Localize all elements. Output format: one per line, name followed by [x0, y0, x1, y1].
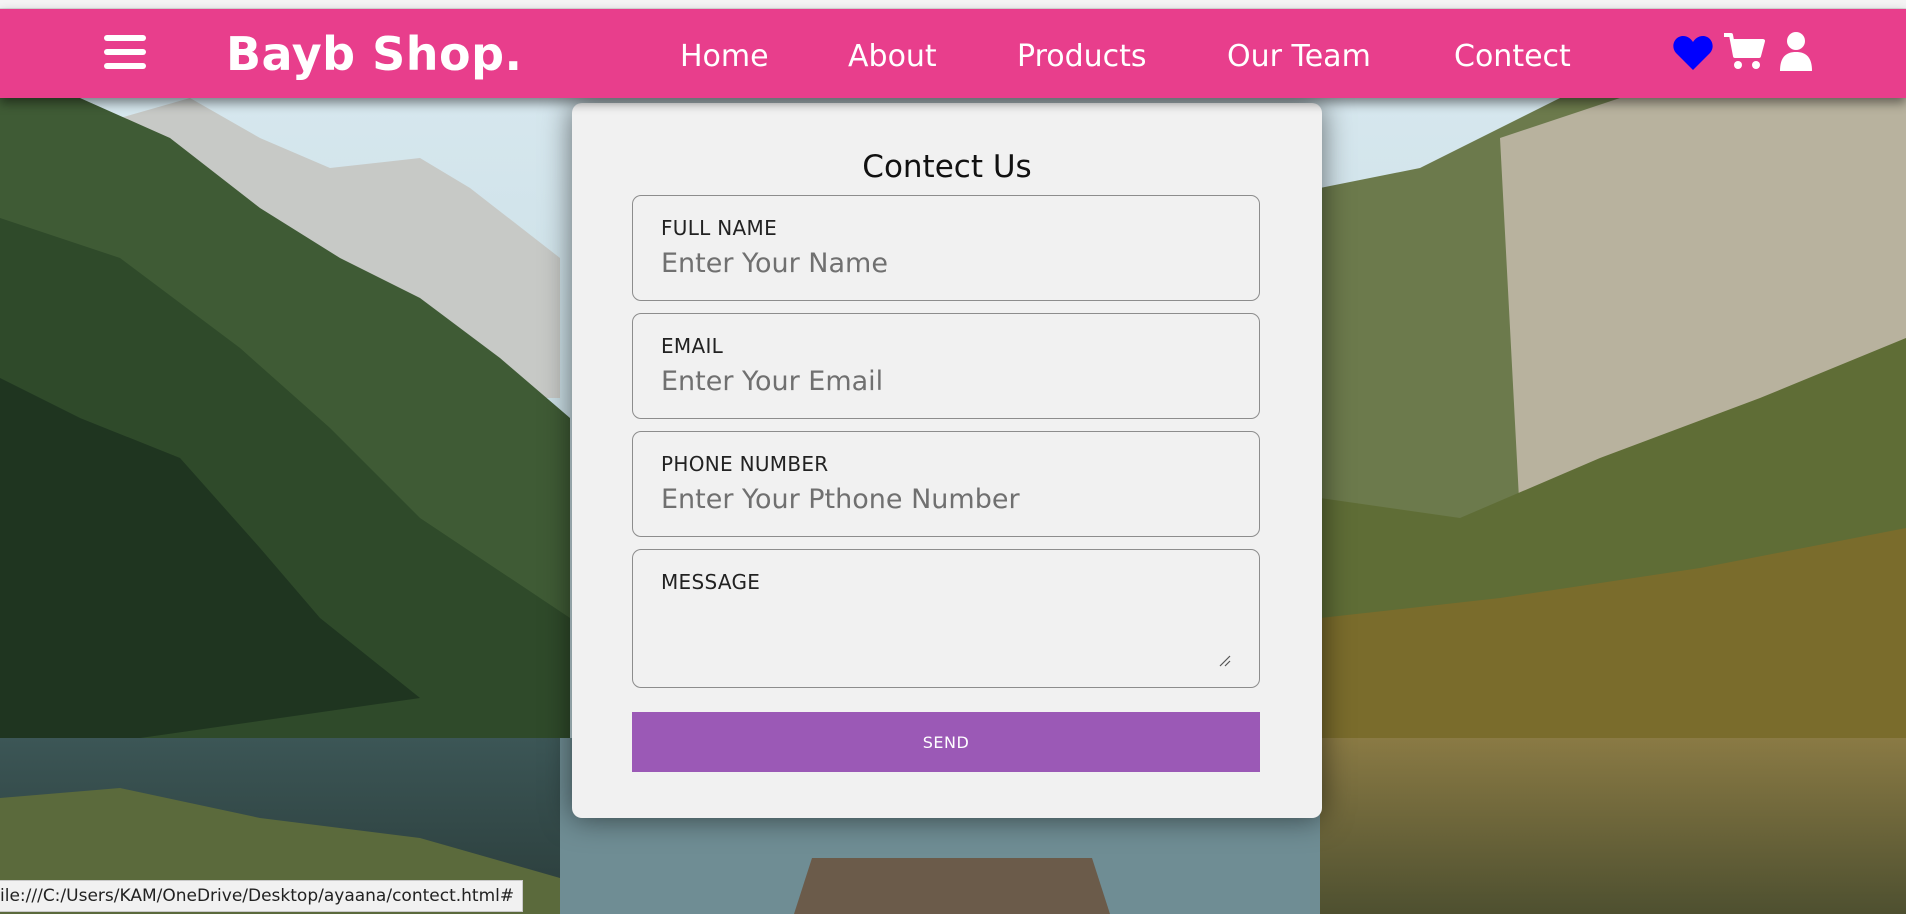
email-field: EMAIL [632, 313, 1260, 419]
resize-grip-icon[interactable] [1219, 655, 1231, 667]
browser-top-edge [0, 0, 1906, 9]
phone-number-input[interactable] [661, 484, 1231, 515]
email-label: EMAIL [661, 334, 724, 358]
cart-icon[interactable] [1722, 32, 1766, 76]
nav-link-about[interactable]: About [848, 39, 937, 74]
nav-link-contect[interactable]: Contect [1454, 39, 1571, 74]
message-field: MESSAGE [632, 549, 1260, 688]
menu-icon[interactable] [104, 35, 146, 73]
send-button[interactable]: SEND [632, 712, 1260, 772]
message-label: MESSAGE [661, 570, 761, 594]
message-textarea[interactable] [661, 604, 1233, 666]
status-bar-url: ile:///C:/Users/KAM/OneDrive/Desktop/aya… [0, 880, 524, 912]
user-icon[interactable] [1778, 31, 1814, 75]
full-name-field: FULL NAME [632, 195, 1260, 301]
brand-logo-text[interactable]: Bayb Shop. [226, 27, 523, 81]
phone-number-field: PHONE NUMBER [632, 431, 1260, 537]
nav-link-products[interactable]: Products [1017, 39, 1147, 74]
email-input[interactable] [661, 366, 1231, 397]
full-name-label: FULL NAME [661, 216, 778, 240]
contact-form-card: Contect Us FULL NAME EMAIL PHONE NUMBER … [572, 103, 1322, 818]
form-title: Contect Us [862, 149, 1032, 185]
top-navbar: Bayb Shop. Home About Products Our Team … [0, 9, 1906, 98]
nav-link-home[interactable]: Home [680, 39, 769, 74]
phone-number-label: PHONE NUMBER [661, 452, 829, 476]
nav-link-our-team[interactable]: Our Team [1227, 39, 1371, 74]
full-name-input[interactable] [661, 248, 1231, 279]
heart-icon[interactable] [1673, 35, 1713, 75]
